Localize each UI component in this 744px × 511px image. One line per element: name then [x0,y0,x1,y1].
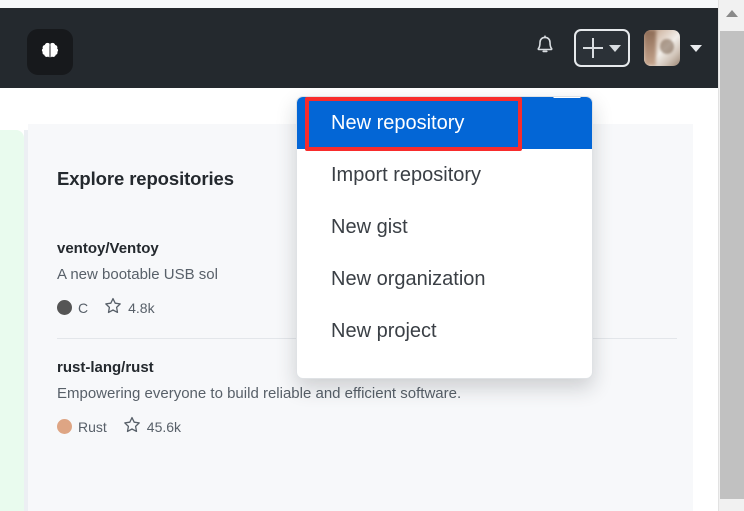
language-label: C [78,299,89,316]
menu-item-label: New organization [331,267,486,290]
brain-logo-button[interactable] [27,29,73,75]
user-menu-button[interactable] [644,30,702,66]
user-chevron-down-icon [690,44,702,52]
triangle-up-icon [725,9,738,17]
menu-item-new-organization[interactable]: New organization [297,253,592,305]
star-icon [104,297,122,318]
page-title: Explore repositories [57,168,234,189]
repository-description: Empowering everyone to build reliable an… [57,385,462,402]
language-color-dot-icon [57,300,72,315]
page-top-strip [0,0,718,8]
menu-item-label: New gist [331,215,408,238]
menu-item-label: New repository [331,111,465,134]
language-group: C [57,300,88,316]
dropdown-caret-icon [553,97,581,98]
menu-item-new-project[interactable]: New project [297,305,592,357]
language-color-dot-icon [57,419,72,434]
menu-item-label: Import repository [331,163,482,186]
create-new-button[interactable] [574,29,630,67]
stars-group[interactable]: 4.8k [104,297,155,318]
star-count: 4.8k [128,299,155,316]
stars-group[interactable]: 45.6k [123,416,181,437]
chevron-down-icon [609,44,621,52]
site-header [0,8,718,88]
menu-item-import-repository[interactable]: Import repository [297,149,592,201]
star-count: 45.6k [146,418,182,435]
left-green-panel [0,130,24,511]
menu-item-new-gist[interactable]: New gist [297,201,592,253]
avatar [644,30,680,66]
language-group: Rust [57,419,107,435]
menu-item-label: New project [331,319,437,342]
create-new-dropdown-menu: New repository Import repository New gis… [296,96,593,379]
bell-icon [534,34,556,63]
vertical-scrollbar[interactable] [718,0,744,511]
plus-icon [583,38,603,58]
menu-item-new-repository[interactable]: New repository [297,97,592,149]
scroll-up-button[interactable] [719,0,744,26]
screenshot-root: Explore repositories ventoy/Ventoy A new… [0,0,744,511]
brain-icon [38,40,62,64]
header-actions [530,8,702,88]
star-icon [123,416,141,437]
repository-meta: Rust 45.6k [57,416,677,437]
scrollbar-thumb[interactable] [720,31,744,499]
language-label: Rust [78,418,107,435]
notifications-button[interactable] [530,31,560,65]
